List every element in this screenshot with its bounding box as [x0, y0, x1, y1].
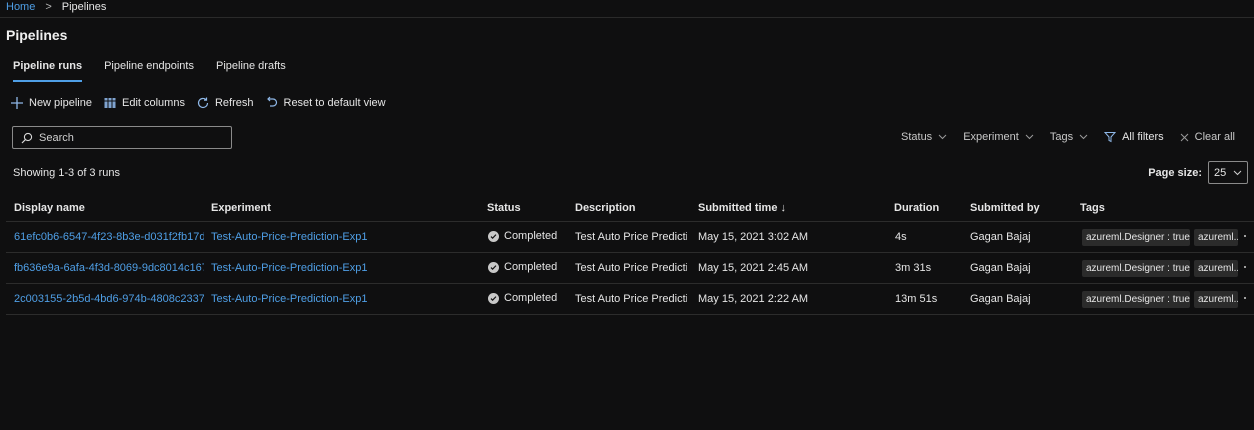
new-pipeline-label: New pipeline	[29, 97, 92, 109]
column-status[interactable]: Status	[487, 202, 521, 214]
search-icon	[21, 132, 33, 143]
plus-icon	[11, 97, 23, 109]
experiment-link[interactable]: Test-Auto-Price-Prediction-Exp1	[211, 262, 368, 274]
status-filter-label: Status	[901, 131, 933, 143]
tab-pipeline-endpoints[interactable]: Pipeline endpoints	[104, 60, 194, 82]
search-input[interactable]	[39, 131, 219, 144]
tag-chip[interactable]: azureml.Designer : true	[1082, 229, 1190, 246]
check-circle-icon	[488, 230, 499, 242]
experiment-link[interactable]: Test-Auto-Price-Prediction-Exp1	[211, 293, 368, 305]
chevron-down-icon	[1233, 170, 1242, 175]
column-submitted-by[interactable]: Submitted by	[970, 202, 1040, 214]
filter-bar: Status Experiment Tags All filters Clear…	[901, 131, 1235, 143]
column-description[interactable]: Description	[575, 202, 636, 214]
reset-view-button[interactable]: Reset to default view	[265, 96, 386, 110]
experiment-filter[interactable]: Experiment	[963, 131, 1034, 143]
clear-all-button[interactable]: Clear all	[1180, 131, 1235, 143]
description-cell: Test Auto Price Predicti...	[575, 231, 687, 243]
new-pipeline-button[interactable]: New pipeline	[10, 96, 92, 110]
tab-pipeline-drafts[interactable]: Pipeline drafts	[216, 60, 286, 82]
run-display-name-link[interactable]: 2c003155-2b5d-4bd6-974b-4808c2337...	[14, 293, 204, 305]
command-bar: New pipeline Edit columns Refresh Reset …	[10, 96, 386, 110]
column-duration[interactable]: Duration	[894, 202, 939, 214]
pipelines-page: Home > Pipelines Pipelines Pipeline runs…	[0, 0, 1254, 430]
submitted-time-cell: May 15, 2021 2:22 AM	[698, 293, 809, 305]
overflow-dot	[1244, 235, 1246, 237]
column-submitted-time[interactable]: Submitted time ↓	[698, 202, 786, 214]
breadcrumb-current: Pipelines	[61, 1, 107, 13]
column-experiment[interactable]: Experiment	[211, 202, 271, 214]
duration-cell: 13m 51s	[895, 293, 938, 305]
tag-chip[interactable]: azureml.Designer : true	[1082, 291, 1190, 308]
status-cell: Completed	[488, 292, 557, 304]
tags-filter[interactable]: Tags	[1050, 131, 1088, 143]
result-count: Showing 1-3 of 3 runs	[13, 167, 121, 179]
refresh-icon	[197, 97, 209, 109]
chevron-down-icon	[938, 134, 947, 140]
submitted-by-cell: Gagan Bajaj	[970, 293, 1031, 305]
status-cell: Completed	[488, 261, 557, 273]
breadcrumb-home[interactable]: Home	[6, 1, 35, 13]
description-cell: Test Auto Price Predicti...	[575, 262, 687, 274]
columns-icon	[104, 98, 116, 108]
breadcrumb-separator: >	[45, 1, 52, 13]
page-size: Page size: 25	[1148, 161, 1248, 184]
all-filters-button[interactable]: All filters	[1104, 131, 1164, 143]
run-display-name-link[interactable]: fb636e9a-6afa-4f3d-8069-9dc8014c1673	[14, 262, 204, 274]
column-display-name[interactable]: Display name	[14, 202, 85, 214]
refresh-label: Refresh	[214, 97, 254, 109]
duration-cell: 4s	[895, 231, 907, 243]
filter-icon	[1104, 132, 1117, 143]
tab-pipeline-runs[interactable]: Pipeline runs	[13, 60, 83, 82]
breadcrumb: Home > Pipelines	[6, 1, 106, 13]
runs-table: Display name Experiment Status Descripti…	[6, 194, 1254, 315]
duration-cell: 3m 31s	[895, 262, 932, 274]
table-header: Display name Experiment Status Descripti…	[6, 194, 1254, 222]
tag-chip[interactable]: azureml...	[1194, 260, 1238, 277]
experiment-link[interactable]: Test-Auto-Price-Prediction-Exp1	[211, 231, 368, 243]
submitted-time-cell: May 15, 2021 2:45 AM	[698, 262, 809, 274]
page-size-label: Page size:	[1148, 166, 1202, 179]
check-circle-icon	[488, 292, 499, 304]
column-tags[interactable]: Tags	[1080, 202, 1105, 214]
submitted-by-cell: Gagan Bajaj	[970, 262, 1031, 274]
tags-filter-label: Tags	[1049, 131, 1074, 143]
description-cell: Test Auto Price Predicti...	[575, 293, 687, 305]
page-title: Pipelines	[6, 27, 68, 43]
edit-columns-label: Edit columns	[121, 97, 185, 109]
tag-chip[interactable]: azureml...	[1194, 291, 1238, 308]
chevron-down-icon	[1079, 134, 1088, 140]
tag-chip[interactable]: azureml...	[1194, 229, 1238, 246]
page-size-value: 25	[1214, 166, 1227, 179]
experiment-filter-label: Experiment	[963, 131, 1019, 143]
edit-columns-button[interactable]: Edit columns	[103, 96, 185, 110]
overflow-dot	[1244, 266, 1246, 268]
close-icon	[1180, 133, 1188, 141]
tab-bar: Pipeline runs Pipeline endpoints Pipelin…	[13, 60, 286, 82]
submitted-by-cell: Gagan Bajaj	[970, 231, 1031, 243]
page-size-select[interactable]: 25	[1208, 161, 1248, 184]
chevron-down-icon	[1025, 134, 1034, 140]
status-text: Completed	[504, 261, 558, 273]
run-display-name-link[interactable]: 61efc0b6-6547-4f23-8b3e-d031f2fb17d0	[14, 231, 204, 243]
all-filters-label: All filters	[1122, 131, 1164, 143]
undo-icon	[266, 96, 277, 107]
status-text: Completed	[504, 230, 558, 242]
status-text: Completed	[504, 292, 558, 304]
status-cell: Completed	[488, 230, 557, 242]
table-row[interactable]: 2c003155-2b5d-4bd6-974b-4808c2337... Tes…	[6, 284, 1254, 315]
table-row[interactable]: 61efc0b6-6547-4f23-8b3e-d031f2fb17d0 Tes…	[6, 222, 1254, 253]
reset-view-label: Reset to default view	[283, 97, 386, 109]
tag-chip[interactable]: azureml.Designer : true	[1082, 260, 1190, 277]
table-row[interactable]: fb636e9a-6afa-4f3d-8069-9dc8014c1673 Tes…	[6, 253, 1254, 284]
breadcrumb-divider	[0, 17, 1254, 18]
check-circle-icon	[488, 261, 499, 273]
overflow-dot	[1244, 297, 1246, 299]
clear-all-label: Clear all	[1194, 131, 1235, 143]
submitted-time-cell: May 15, 2021 3:02 AM	[698, 231, 809, 243]
search-box[interactable]	[12, 126, 232, 149]
refresh-button[interactable]: Refresh	[196, 96, 254, 110]
status-filter[interactable]: Status	[901, 131, 947, 143]
